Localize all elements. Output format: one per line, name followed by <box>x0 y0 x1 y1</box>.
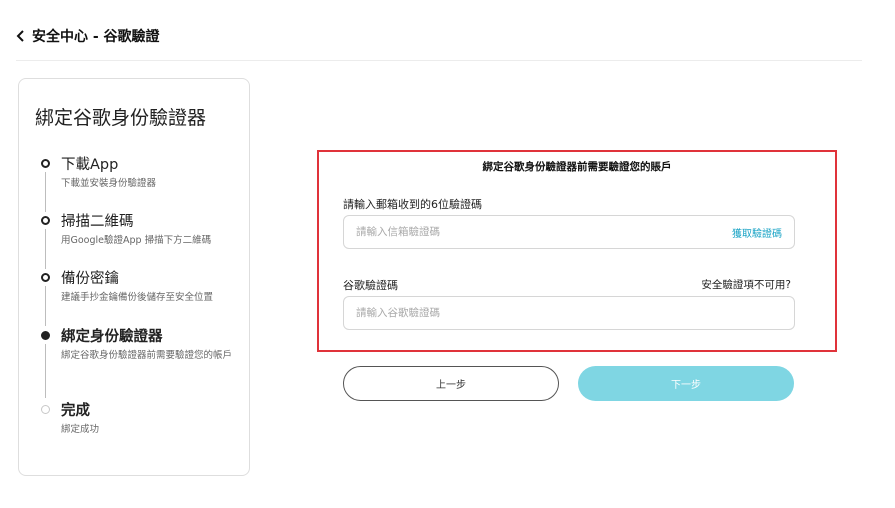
step-title: 完成 <box>61 403 90 419</box>
step-connector <box>45 286 46 326</box>
step-connector <box>45 229 46 269</box>
get-code-link[interactable]: 獲取驗證碼 <box>732 225 782 240</box>
header-divider <box>16 60 862 61</box>
step-title: 備份密鑰 <box>61 271 119 287</box>
verification-unavailable-link[interactable]: 安全驗證項不可用? <box>701 277 791 292</box>
step-dot-pending <box>41 405 50 414</box>
step-description: 綁定谷歌身份驗證器前需要驗證您的帳戶 <box>61 350 233 361</box>
step-connector <box>45 344 46 398</box>
step-title: 掃描二維碼 <box>61 214 134 230</box>
step-title: 綁定身份驗證器 <box>61 329 163 345</box>
steps-panel: 綁定谷歌身份驗證器 下載App 下載並安裝身份驗證器 掃描二維碼 用Google… <box>18 78 250 476</box>
verification-heading: 綁定谷歌身份驗證器前需要驗證您的賬戶 <box>482 161 672 173</box>
step-description: 綁定成功 <box>61 424 100 435</box>
step-description: 用Google驗證App 掃描下方二維碼 <box>61 235 212 246</box>
back-to-security-center[interactable]: 安全中心 - 谷歌驗證 <box>16 26 160 46</box>
step-title: 下載App <box>61 157 119 173</box>
google-code-field <box>343 296 795 330</box>
step-description: 下載並安裝身份驗證器 <box>61 178 157 189</box>
email-code-input[interactable] <box>344 216 732 248</box>
email-code-label: 請輸入郵箱收到的6位驗證碼 <box>343 198 482 211</box>
steps-panel-title: 綁定谷歌身份驗證器 <box>35 107 207 129</box>
step-dot <box>41 216 50 225</box>
account-verification-form: 綁定谷歌身份驗證器前需要驗證您的賬戶 請輸入郵箱收到的6位驗證碼 獲取驗證碼 谷… <box>317 150 837 352</box>
step-description: 建議手抄金鑰備份後儲存至安全位置 <box>61 292 214 303</box>
previous-step-button[interactable]: 上一步 <box>343 366 559 401</box>
google-code-input[interactable] <box>344 297 794 329</box>
step-dot <box>41 273 50 282</box>
step-dot-active <box>41 331 50 340</box>
next-step-button[interactable]: 下一步 <box>578 366 794 401</box>
page-title: 安全中心 - 谷歌驗證 <box>32 29 160 45</box>
email-code-field: 獲取驗證碼 <box>343 215 795 249</box>
step-connector <box>45 172 46 212</box>
chevron-left-icon[interactable] <box>16 28 30 44</box>
step-dot <box>41 159 50 168</box>
google-code-label: 谷歌驗證碼 <box>343 279 398 292</box>
